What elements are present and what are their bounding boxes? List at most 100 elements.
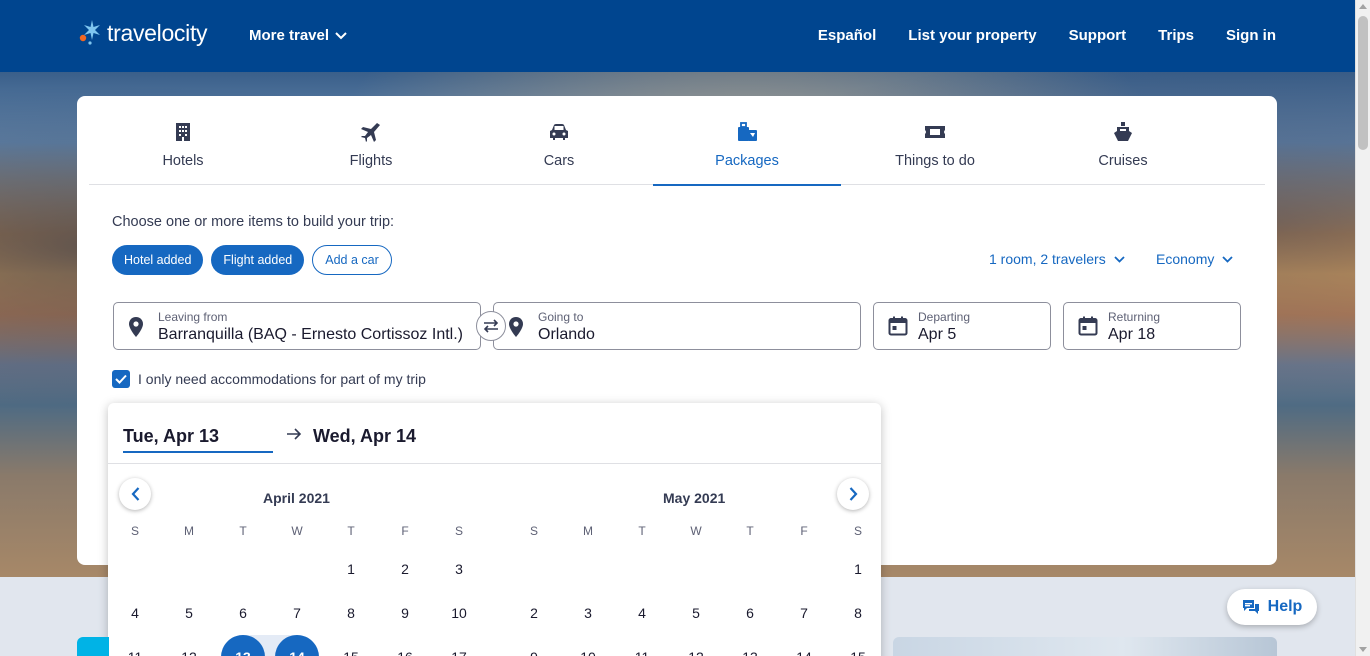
- leaving-from-label: Leaving from: [158, 310, 228, 324]
- date-picker: Tue, Apr 13 Wed, Apr 14 April 2021 May 2…: [108, 403, 881, 656]
- leaving-from-value: Barranquilla (BAQ - Ernesto Cortissoz In…: [158, 326, 463, 343]
- flight-added-chip[interactable]: Flight added: [211, 245, 305, 275]
- calendar-day[interactable]: 3: [437, 547, 481, 591]
- travelocity-logo[interactable]: travelocity: [77, 18, 208, 48]
- calendar-day[interactable]: 8: [329, 591, 373, 635]
- nav-support[interactable]: Support: [1069, 27, 1127, 44]
- date-picker-header: Tue, Apr 13 Wed, Apr 14: [108, 403, 881, 464]
- going-to-label: Going to: [538, 310, 584, 324]
- travelers-selector[interactable]: 1 room, 2 travelers: [989, 251, 1125, 267]
- departing-field[interactable]: Departing Apr 5: [873, 302, 1051, 350]
- partial-stay-option: I only need accommodations for part of m…: [112, 370, 426, 388]
- tab-packages[interactable]: Packages: [653, 96, 841, 186]
- arrow-right-icon: [287, 428, 302, 440]
- location-pin-icon: [129, 317, 143, 337]
- tab-hotels[interactable]: Hotels: [89, 96, 277, 185]
- going-to-value: Orlando: [538, 326, 595, 343]
- calendar-day[interactable]: 11: [113, 635, 157, 656]
- leaving-from-field[interactable]: Leaving from Barranquilla (BAQ - Ernesto…: [113, 302, 481, 350]
- calendar-day[interactable]: 9: [512, 635, 556, 656]
- product-tabs: Hotels Flights Cars Packages Things to d…: [89, 96, 1265, 186]
- calendar-day[interactable]: 6: [728, 591, 772, 635]
- nav-espanol[interactable]: Español: [818, 27, 876, 44]
- page-scrollbar[interactable]: [1355, 0, 1370, 656]
- promo-card-right[interactable]: [893, 637, 1277, 656]
- calendar-day[interactable]: 5: [167, 591, 211, 635]
- start-date[interactable]: Tue, Apr 13: [123, 426, 273, 453]
- partial-stay-checkbox[interactable]: [112, 370, 130, 388]
- calendar-day[interactable]: 6: [221, 591, 265, 635]
- scroll-up-arrow-icon[interactable]: [1359, 4, 1367, 9]
- next-month-button[interactable]: [837, 478, 869, 510]
- cabin-class-selector[interactable]: Economy: [1156, 251, 1233, 267]
- add-car-chip[interactable]: Add a car: [312, 245, 392, 275]
- tab-cruises[interactable]: Cruises: [1029, 96, 1217, 185]
- chevron-down-icon: [335, 31, 347, 39]
- logo-text: travelocity: [107, 19, 208, 46]
- going-to-field[interactable]: Going to Orlando: [493, 302, 861, 350]
- help-label: Help: [1267, 598, 1303, 615]
- scroll-down-arrow-icon[interactable]: [1359, 647, 1367, 652]
- nav-trips[interactable]: Trips: [1158, 27, 1194, 44]
- calendar-day[interactable]: 10: [566, 635, 610, 656]
- calendar-day[interactable]: 17: [437, 635, 481, 656]
- promo-card-left[interactable]: [77, 637, 109, 656]
- nav-sign-in[interactable]: Sign in: [1226, 27, 1276, 44]
- nav-list-property[interactable]: List your property: [908, 27, 1036, 44]
- calendar-day[interactable]: 15: [329, 635, 373, 656]
- calendar-day[interactable]: 8: [836, 591, 880, 635]
- weekday-header: S: [853, 524, 862, 538]
- tab-label: Cars: [543, 153, 575, 169]
- calendar-day[interactable]: 12: [674, 635, 718, 656]
- calendar-day[interactable]: 11: [620, 635, 664, 656]
- weekday-header: M: [583, 524, 593, 538]
- scrollbar-thumb[interactable]: [1358, 16, 1368, 150]
- calendar-day[interactable]: 4: [620, 591, 664, 635]
- previous-month-button[interactable]: [119, 478, 151, 510]
- calendar-day[interactable]: 12: [167, 635, 211, 656]
- weekday-header: S: [454, 524, 463, 538]
- calendar-day[interactable]: 5: [674, 591, 718, 635]
- calendar-day[interactable]: 10: [437, 591, 481, 635]
- car-icon: [548, 120, 570, 144]
- returning-field[interactable]: Returning Apr 18: [1063, 302, 1241, 350]
- hotel-added-chip[interactable]: Hotel added: [112, 245, 204, 275]
- tab-label: Things to do: [895, 153, 975, 169]
- calendar-day[interactable]: 13: [728, 635, 772, 656]
- calendar-day[interactable]: 3: [566, 591, 610, 635]
- weekday-header: W: [291, 524, 303, 538]
- tab-flights[interactable]: Flights: [277, 96, 465, 185]
- tab-cars[interactable]: Cars: [465, 96, 653, 185]
- hotel-icon: [173, 120, 193, 144]
- swap-arrows-icon: [483, 319, 499, 333]
- end-date[interactable]: Wed, Apr 14: [313, 426, 416, 447]
- calendar-day[interactable]: 1: [329, 547, 373, 591]
- help-button[interactable]: Help: [1227, 589, 1317, 625]
- departing-value: Apr 5: [918, 326, 957, 343]
- weekday-header: S: [130, 524, 139, 538]
- cruise-icon: [1113, 120, 1133, 144]
- partial-stay-label: I only need accommodations for part of m…: [138, 371, 426, 387]
- calendar-day[interactable]: 4: [113, 591, 157, 635]
- calendar-day[interactable]: 2: [512, 591, 556, 635]
- returning-label: Returning: [1108, 310, 1161, 324]
- swap-button[interactable]: [476, 311, 506, 341]
- calendar-day[interactable]: 16: [383, 635, 427, 656]
- plane-icon: [360, 120, 382, 144]
- calendar-day[interactable]: 9: [383, 591, 427, 635]
- more-travel-menu[interactable]: More travel: [249, 27, 347, 44]
- more-travel-label: More travel: [249, 27, 330, 44]
- tab-things-to-do[interactable]: Things to do: [841, 96, 1029, 185]
- chevron-left-icon: [131, 487, 139, 501]
- calendar-day[interactable]: 15: [836, 635, 880, 656]
- departing-label: Departing: [918, 310, 971, 324]
- calendar-day[interactable]: 14: [782, 635, 826, 656]
- chevron-down-icon: [1114, 255, 1125, 263]
- cabin-class-value: Economy: [1156, 251, 1215, 267]
- trip-items-chips: Hotel added Flight added Add a car: [112, 245, 392, 275]
- calendar-day[interactable]: 1: [836, 547, 880, 591]
- calendar-day[interactable]: 7: [782, 591, 826, 635]
- calendar-day[interactable]: 7: [275, 591, 319, 635]
- month-title-may: May 2021: [663, 490, 726, 506]
- calendar-day[interactable]: 2: [383, 547, 427, 591]
